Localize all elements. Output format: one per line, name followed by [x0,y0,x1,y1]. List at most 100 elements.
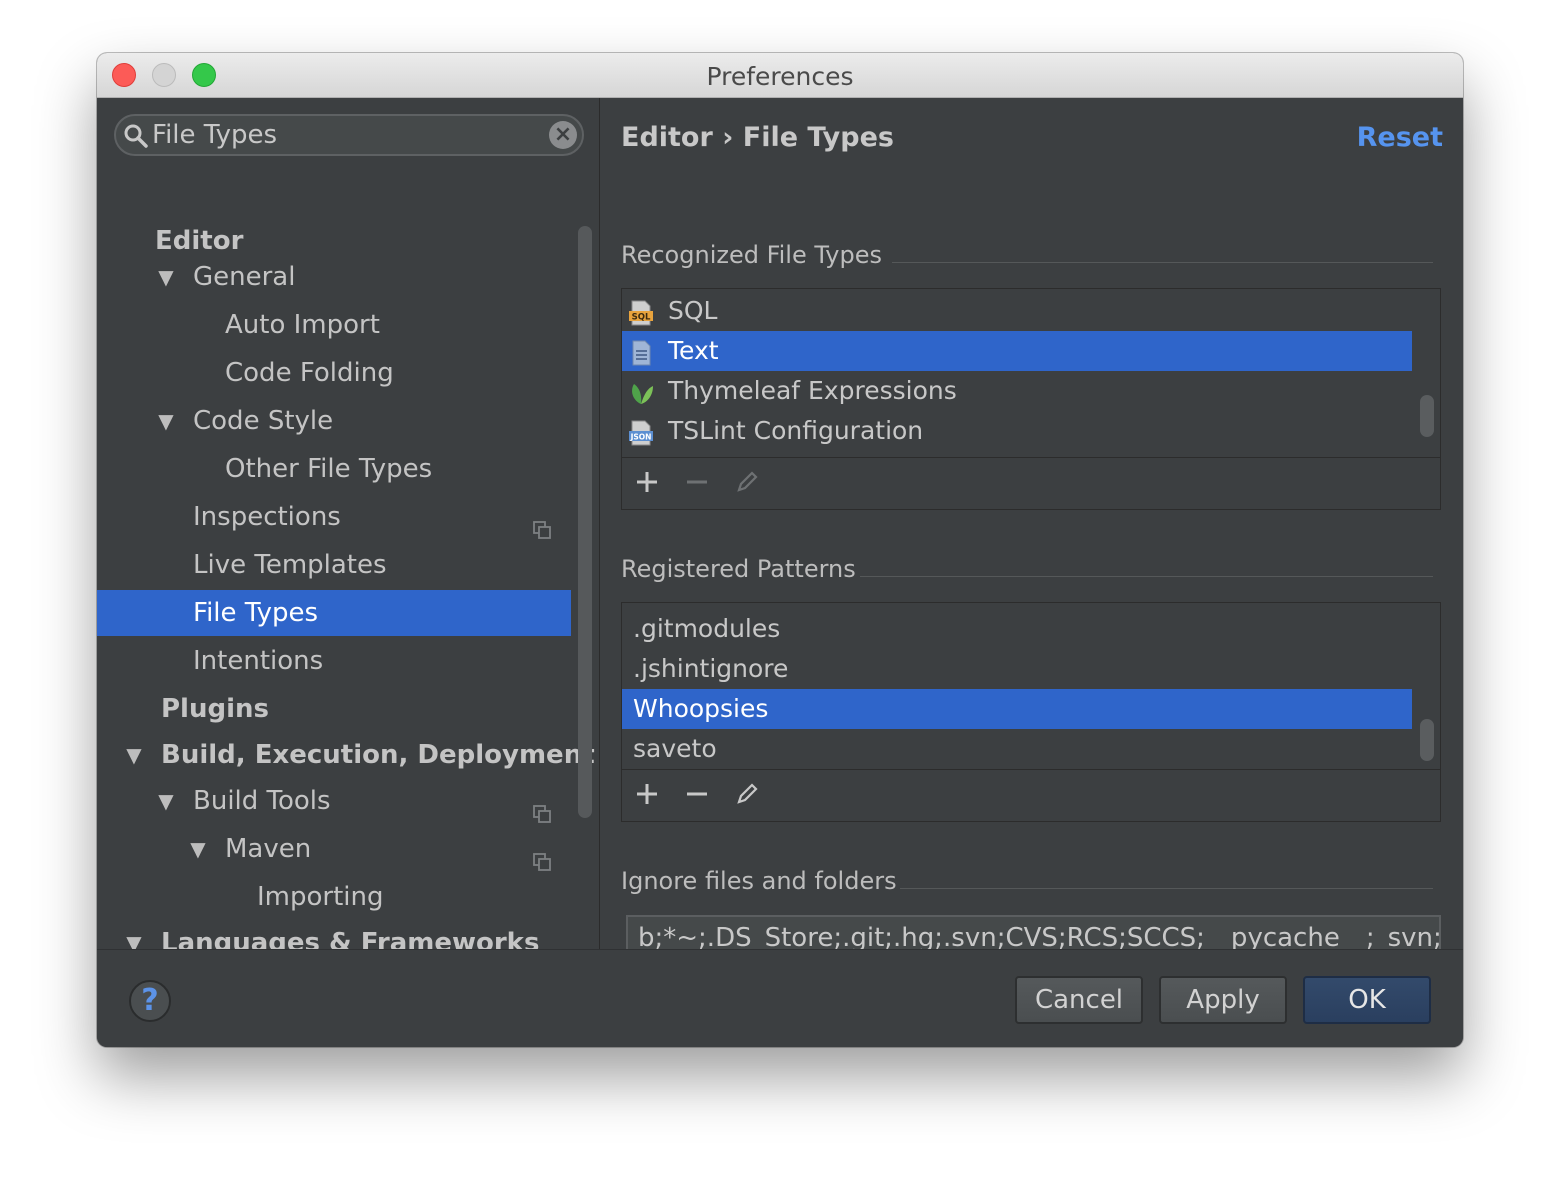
file-types-panel: Editor › File Types Reset Recognized Fil… [600,98,1463,960]
patterns-list-scrollbar[interactable] [1420,719,1434,761]
sidebar-item-label: Maven [225,834,312,864]
remove-pattern-button[interactable] [684,781,710,807]
expand-arrow-icon[interactable]: ▼ [124,732,144,778]
sidebar-item-label: Build, Execution, Deployment [161,740,595,770]
pattern-label: Whoopsies [633,694,769,723]
dialog-button-bar: ? Cancel Apply OK [97,949,1463,1047]
file-type-label: SQL [668,296,718,325]
patterns-list-viewport: .gitmodules .jshintignore Whoopsies saveto [622,603,1440,770]
sidebar-item-label: Other File Types [225,454,433,484]
pattern-label: saveto [633,734,717,763]
sidebar-item-label: Code Folding [225,358,394,388]
sidebar-item-inspections[interactable]: Inspections [97,494,571,540]
ignore-files-title: Ignore files and folders [621,867,897,895]
sidebar-item-auto-import[interactable]: Auto Import [97,302,571,348]
sidebar-item-label: File Types [193,598,319,628]
text-file-icon [628,338,654,366]
sidebar-item-plugins[interactable]: Plugins [97,686,571,732]
sidebar-item-label: Intentions [193,646,324,676]
cancel-button[interactable]: Cancel [1015,976,1143,1024]
sidebar-item-label: Auto Import [225,310,380,340]
svg-text:SQL: SQL [632,313,651,323]
file-type-label: TSLint Configuration [668,416,924,445]
pattern-row[interactable]: saveto [622,729,1412,769]
json-file-icon: JSON [628,418,654,446]
clear-search-icon[interactable]: × [549,121,577,149]
sidebar-item-maven[interactable]: ▼ Maven [97,826,571,872]
sidebar-item-label: Plugins [161,694,269,724]
file-type-row[interactable]: SQL SQL [622,291,1412,331]
ok-button[interactable]: OK [1303,976,1431,1024]
add-pattern-button[interactable] [634,781,660,807]
file-type-row[interactable]: Thymeleaf Expressions [622,371,1412,411]
pattern-row[interactable]: Whoopsies [622,689,1412,729]
file-type-label: Thymeleaf Expressions [668,376,957,405]
expand-arrow-icon[interactable]: ▼ [156,778,176,824]
recognized-list-viewport: SQL SQL Text Thymeleaf Expressions JSON TSLin… [622,289,1440,458]
sidebar-item-label: Code Style [193,406,334,436]
pattern-row[interactable]: .jshintignore [622,649,1412,689]
sidebar-item-build-execution-deployment[interactable]: ▼ Build, Execution, Deployment [97,732,594,778]
breadcrumb: Editor › File Types [621,122,894,153]
sidebar-item-languages-frameworks[interactable]: ▼ Languages & Frameworks [97,920,571,949]
sidebar-item-file-types[interactable]: File Types [97,590,571,636]
pattern-label: .jshintignore [633,654,789,683]
sidebar-item-build-tools[interactable]: ▼ Build Tools [97,778,571,824]
expand-arrow-icon[interactable]: ▼ [156,254,176,300]
sidebar-item-intentions[interactable]: Intentions [97,638,571,684]
pattern-row[interactable]: .gitmodules [622,609,1412,649]
recognized-toolbar [622,457,1440,507]
reset-link[interactable]: Reset [1357,122,1443,153]
edit-pattern-button[interactable] [734,781,760,807]
sidebar-item-live-templates[interactable]: Live Templates [97,542,571,588]
window-title: Preferences [706,62,854,91]
sidebar-item-code-style[interactable]: ▼ Code Style [97,398,571,444]
recognized-file-types-title: Recognized File Types [621,241,882,269]
project-settings-icon [533,508,551,539]
sidebar-item-label: General [193,262,296,292]
sidebar-item-other-file-types[interactable]: Other File Types [97,446,571,492]
sidebar-item-label: Importing [257,882,384,912]
breadcrumb-current: File Types [742,122,894,153]
breadcrumb-separator: › [722,122,734,153]
breadcrumb-parent: Editor [621,122,713,153]
thymeleaf-leaf-icon [628,378,654,404]
apply-button[interactable]: Apply [1159,976,1287,1024]
edit-file-type-button[interactable] [734,469,760,495]
patterns-toolbar [622,769,1440,819]
sidebar-item-label: Live Templates [193,550,387,580]
search-icon [124,124,148,148]
expand-arrow-icon[interactable]: ▼ [124,920,144,949]
recognized-list-scrollbar[interactable] [1420,395,1434,437]
pattern-label: .gitmodules [633,614,781,643]
sql-file-icon: SQL [628,298,654,326]
help-button[interactable]: ? [129,980,171,1022]
settings-sidebar: File Types × Editor ▼ General Auto Import Co… [97,98,599,949]
title-bar: Preferences [97,53,1463,98]
settings-search-field[interactable]: File Types × [114,114,584,156]
file-type-row[interactable]: Text [622,331,1412,371]
section-separator [892,262,1433,263]
recognized-file-types-list: SQL SQL Text Thymeleaf Expressions JSON TSLin… [621,288,1441,510]
section-separator [860,576,1433,577]
svg-text:JSON: JSON [630,432,652,441]
file-type-row[interactable]: JSON TSLint Configuration [622,411,1412,451]
sidebar-item-code-folding[interactable]: Code Folding [97,350,571,396]
sidebar-item-label: Inspections [193,502,341,532]
file-type-label: Text [668,336,719,365]
sidebar-item-importing[interactable]: Importing [97,874,571,920]
remove-file-type-button[interactable] [684,469,710,495]
preferences-window: Preferences File Types × Editor ▼ General A… [97,53,1463,1047]
sidebar-scrollbar[interactable] [578,226,592,818]
add-file-type-button[interactable] [634,469,660,495]
registered-patterns-title: Registered Patterns [621,555,856,583]
project-settings-icon [533,840,551,871]
sidebar-item-label: Build Tools [193,786,331,816]
project-settings-icon [533,792,551,823]
expand-arrow-icon[interactable]: ▼ [156,398,176,444]
expand-arrow-icon[interactable]: ▼ [188,826,208,872]
search-input[interactable]: File Types [152,120,277,150]
sidebar-item-label: Languages & Frameworks [161,928,540,949]
section-separator [900,888,1433,889]
sidebar-item-general[interactable]: ▼ General [97,254,571,300]
